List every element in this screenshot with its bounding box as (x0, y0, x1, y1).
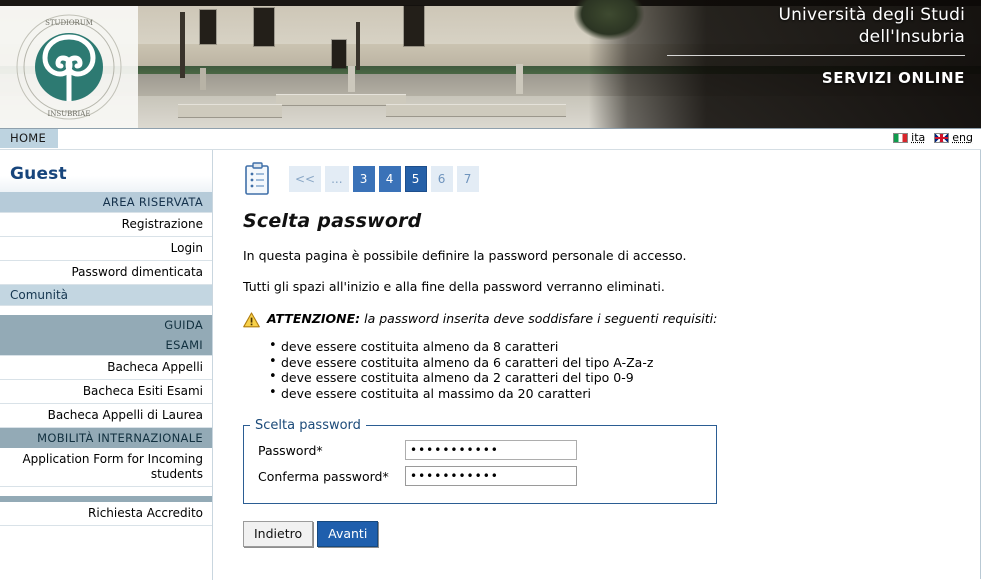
wizard-steps: << ... 3 4 5 6 7 (289, 166, 479, 192)
warning-rest: la password inserita deve soddisfare i s… (360, 311, 718, 326)
sidebar-item-bacheca-appelli[interactable]: Bacheca Appelli (0, 355, 212, 380)
flag-uk-icon (934, 132, 950, 143)
requirement-item: deve essere costituita al massimo da 20 … (269, 385, 980, 402)
language-label-eng: eng (952, 131, 973, 144)
wizard-steps-row: << ... 3 4 5 6 7 (213, 150, 980, 196)
step-4[interactable]: 4 (378, 166, 401, 192)
header-divider (667, 55, 965, 56)
password-fieldset: Scelta password Password* Conferma passw… (243, 418, 717, 504)
sidebar-item-application-form-incoming-students[interactable]: Application Form for Incoming students (0, 448, 212, 487)
flag-italy-icon (893, 132, 909, 143)
requirement-item: deve essere costituita almeno da 8 carat… (269, 338, 980, 355)
step-3[interactable]: 3 (352, 166, 375, 192)
svg-text:INSUBRIAE: INSUBRIAE (48, 110, 91, 118)
university-name-line2: dell'Insubria (858, 27, 965, 47)
intro-paragraph-1: In questa pagina è possibile definire la… (243, 248, 687, 263)
warning-triangle-icon (243, 312, 260, 331)
sidebar-item-password-dimenticata[interactable]: Password dimenticata (0, 261, 212, 285)
step-ellipsis[interactable]: ... (325, 166, 349, 192)
university-name-line1: Università degli Studi (778, 5, 965, 25)
sidebar-group-guida[interactable]: GUIDA (0, 315, 212, 335)
next-button[interactable]: Avanti (317, 521, 379, 547)
header-title-block: Università degli Studi dell'Insubria SER… (535, 4, 965, 87)
confirm-password-row: Conferma password* (244, 463, 716, 489)
sidebar-group-mobilita-internazionale[interactable]: MOBILITÀ INTERNAZIONALE (0, 428, 212, 448)
warning-message: ATTENZIONE: la password inserita deve so… (267, 311, 717, 326)
main-content: << ... 3 4 5 6 7 Scelta password In ques… (213, 150, 980, 580)
confirm-password-input[interactable] (405, 466, 577, 486)
sidebar-item-registrazione[interactable]: Registrazione (0, 212, 212, 237)
step-prev-button[interactable]: << (289, 166, 322, 192)
site-header: STUDIORUM INSUBRIAE Università degli Stu… (0, 0, 981, 129)
step-6[interactable]: 6 (430, 166, 453, 192)
language-switcher: ita eng (893, 131, 973, 144)
page-title: Scelta password (243, 210, 422, 232)
back-button[interactable]: Indietro (243, 521, 314, 547)
sidebar-item-bacheca-esiti-esami[interactable]: Bacheca Esiti Esami (0, 380, 212, 404)
university-logo: STUDIORUM INSUBRIAE (0, 6, 138, 128)
services-online-label: SERVIZI ONLINE (821, 69, 965, 87)
intro-paragraph-2: Tutti gli spazi all'inizio e alla fine d… (243, 279, 665, 294)
sidebar-spacer-2 (0, 487, 212, 496)
warning-block: ATTENZIONE: la password inserita deve so… (243, 311, 980, 331)
step-7[interactable]: 7 (456, 166, 479, 192)
sidebar-group-area-riservata[interactable]: AREA RISERVATA (0, 192, 212, 212)
page-layout: Guest AREA RISERVATA Registrazione Login… (0, 150, 981, 580)
clipboard-checklist-icon (243, 162, 273, 196)
password-label: Password* (258, 442, 323, 458)
page-root: STUDIORUM INSUBRIAE Università degli Stu… (0, 0, 981, 580)
sidebar-item-bacheca-appelli-laurea[interactable]: Bacheca Appelli di Laurea (0, 404, 212, 428)
confirm-password-label: Conferma password* (258, 468, 389, 484)
svg-text:STUDIORUM: STUDIORUM (45, 19, 93, 27)
sidebar-item-login[interactable]: Login (0, 237, 212, 261)
wizard-button-row: Indietro Avanti (243, 521, 980, 547)
sidebar-user-name: Guest (0, 150, 212, 192)
sidebar-spacer (0, 306, 212, 315)
language-option-ita[interactable]: ita (893, 131, 925, 144)
requirement-item: deve essere costituita almeno da 6 carat… (269, 354, 980, 371)
language-label-ita: ita (911, 131, 926, 144)
sidebar: Guest AREA RISERVATA Registrazione Login… (0, 150, 213, 580)
sidebar-group-esami[interactable]: ESAMI (0, 335, 212, 355)
password-input[interactable] (405, 440, 577, 460)
fieldset-legend: Scelta password (255, 418, 361, 433)
sidebar-item-comunita[interactable]: Comunità (0, 285, 212, 306)
warning-lead: ATTENZIONE: (267, 311, 361, 326)
nav-tab-home[interactable]: HOME (0, 129, 59, 148)
sidebar-item-richiesta-accredito[interactable]: Richiesta Accredito (0, 502, 212, 526)
main-navbar: HOME ita eng (0, 129, 981, 150)
step-5-current[interactable]: 5 (404, 166, 427, 192)
language-option-eng[interactable]: eng (934, 131, 973, 144)
password-row: Password* (244, 437, 716, 463)
password-requirements-list: deve essere costituita almeno da 8 carat… (269, 338, 980, 402)
requirement-item: deve essere costituita almeno da 2 carat… (269, 369, 980, 386)
